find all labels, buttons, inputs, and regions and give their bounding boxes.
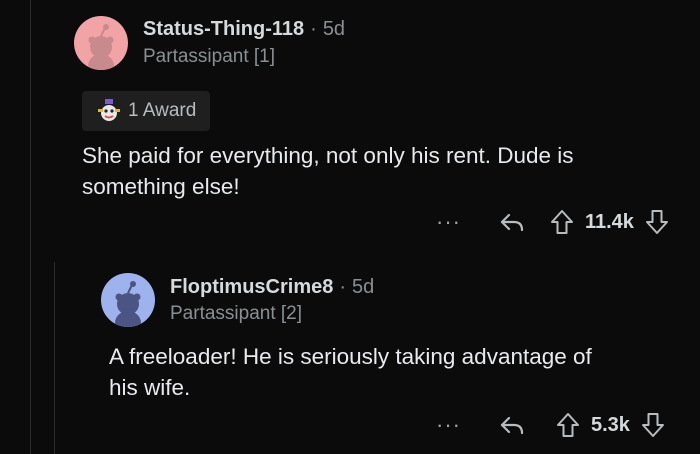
- comment-body-line: his wife.: [109, 375, 191, 400]
- downvote-arrow-icon[interactable]: [640, 412, 666, 438]
- vote-score: 11.4k: [584, 210, 634, 233]
- comment-body-line: A freeloader! He is seriously taking adv…: [109, 344, 592, 369]
- comment: Status-Thing-118 · 5d Partassipant [1] 1 A…: [0, 0, 700, 262]
- username[interactable]: Status-Thing-118: [143, 18, 304, 40]
- comment-age: 5d: [352, 276, 375, 298]
- comment-header: FloptimusCrime8 · 5d: [170, 276, 374, 299]
- comment-body: She paid for everything, not only his re…: [82, 140, 574, 202]
- upvote-arrow-icon[interactable]: [555, 412, 581, 438]
- comment-reply: FloptimusCrime8 · 5d Partassipant [2] A fr…: [0, 262, 700, 454]
- comment-body: A freeloader! He is seriously taking adv…: [109, 341, 592, 403]
- comment-body-line: something else!: [82, 174, 240, 199]
- separator-dot: ·: [339, 276, 347, 298]
- award-chip[interactable]: 1 Award: [82, 91, 211, 131]
- avatar[interactable]: [101, 273, 155, 327]
- username[interactable]: FloptimusCrime8: [170, 276, 333, 298]
- comment-body-line: She paid for everything, not only his re…: [82, 143, 574, 168]
- comment-header: Status-Thing-118 · 5d: [143, 18, 345, 41]
- comment-actions: ··· 5.3k: [436, 410, 666, 440]
- award-icon: [98, 99, 120, 121]
- snoo-avatar-icon: [101, 273, 155, 327]
- comment-age: 5d: [322, 18, 346, 40]
- upvote-arrow-icon[interactable]: [549, 209, 575, 235]
- more-options-button[interactable]: ···: [436, 211, 461, 233]
- reply-icon[interactable]: [499, 209, 525, 235]
- reply-icon[interactable]: [499, 412, 525, 438]
- user-flair: Partassipant [2]: [170, 303, 303, 324]
- avatar[interactable]: [74, 16, 128, 70]
- downvote-arrow-icon[interactable]: [644, 209, 670, 235]
- vote-score: 5.3k: [590, 413, 630, 436]
- separator-dot: ·: [310, 18, 317, 40]
- user-flair: Partassipant [1]: [143, 46, 276, 67]
- more-options-button[interactable]: ···: [436, 414, 461, 436]
- award-label: 1 Award: [128, 100, 197, 121]
- comment-actions: ··· 11.4k: [436, 207, 670, 237]
- snoo-avatar-icon: [74, 16, 128, 70]
